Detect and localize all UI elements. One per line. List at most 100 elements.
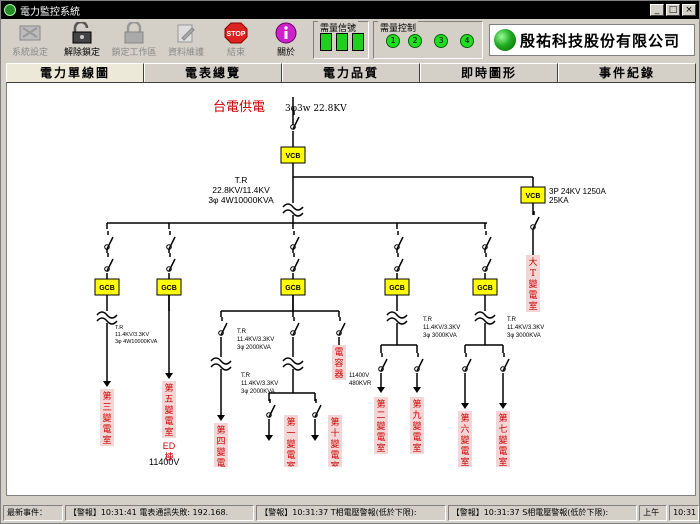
minimize-button[interactable]: _ [650,4,664,16]
switch-blade [484,258,492,272]
load-first: 第 [286,416,295,428]
load-tenth: 電 [330,450,339,461]
exit-button[interactable]: STOP 結束 [213,22,259,58]
load-sixth: 第 [460,412,469,424]
load-big: 變 [528,278,537,290]
data-maintenance-button[interactable]: 資料維護 [163,22,209,58]
load-arrow [103,381,111,387]
globe-icon [494,29,516,51]
unlock-icon [69,22,95,44]
load-fifth: 電 [164,416,173,427]
tr-b-label: 3φ 3000KVA [507,333,541,339]
switch-blade [484,236,492,250]
switch-blade [532,216,540,230]
load-arrow [165,373,173,379]
load-first: 變 [286,438,295,450]
toolbar: 系統設定 解除鎖定 鎖定工作區 資料維護 STOP 結束 關於 需量信號 需量控… [1,20,699,60]
system-settings-button[interactable]: 系統設定 [7,22,53,58]
tr-center-low-label: T.R [241,373,251,379]
settings-icon [17,22,43,44]
transformer-winding [282,203,304,211]
transformer-winding [474,311,496,319]
about-label: 關於 [276,48,295,58]
tr-b-label: 11.4KV/3.3KV [507,325,544,331]
demand-control-led-4: 4 [460,34,474,48]
load-third: 室 [102,434,111,446]
close-button[interactable]: × [682,4,696,16]
maximize-button[interactable]: □ [666,4,680,16]
load-second: 二 [376,411,385,421]
data-maintenance-icon [173,22,199,44]
demand-control-label: 需量控制 [378,21,419,34]
load-capacitor: 器 [334,369,343,380]
transformer-winding [210,357,232,365]
lock-icon [121,22,147,44]
tab-event-log[interactable]: 事件紀錄 [558,63,696,82]
tr-center-label: 11.4KV/3.3KV [237,337,274,343]
status-clock: 10:31 [669,505,700,521]
stop-icon: STOP [223,22,249,44]
title-bar: 電力監控系統 _ □ × [1,1,699,19]
load-second: 變 [376,420,385,432]
about-button[interactable]: 關於 [263,22,309,58]
tr-a-label: T.R [423,317,433,323]
vcb-right-spec: 25KA [549,196,569,205]
switch-blade [292,236,300,250]
lock-workspace-label: 鎖定工作區 [111,48,157,58]
tr-center-low-label: 11.4KV/3.3KV [241,381,278,387]
tab-realtime-graph[interactable]: 即時圖形 [420,63,558,82]
load-fifth: 變 [164,404,173,416]
load-fifth: 五 [164,395,173,405]
tab-meter-overview[interactable]: 電表總覽 [144,63,282,82]
load-ed: ED [163,441,176,451]
status-label: 最新事件： [3,505,63,521]
load-seventh: 第 [498,412,507,424]
gcb-breaker-label: GCB [99,285,115,292]
switch-blade [396,236,404,250]
load-ninth: 電 [412,432,421,443]
load-tenth: 變 [330,438,339,450]
exit-label: 結束 [226,48,245,58]
voltage-note: 11400V [149,457,179,467]
load-ninth: 室 [412,442,421,454]
main-tr-label: 3φ 4W10000KVA [208,195,274,205]
window-controls: _ □ × [650,4,696,16]
demand-signal-indicator [320,33,332,51]
status-event[interactable]: 【警報】10:31:37 T相電壓警報(低於下限): [256,505,446,521]
load-third: 電 [102,424,111,435]
demand-signal-indicator [336,33,348,51]
gcb-breaker-label: GCB [477,285,493,292]
lock-workspace-button[interactable]: 鎖定工作區 [111,22,157,58]
load-third: 變 [102,412,111,424]
load-third: 第 [102,390,111,402]
load-fifth: 室 [164,426,173,438]
load-second: 室 [376,442,385,454]
load-arrow [217,415,225,421]
load-first: 室 [286,460,295,467]
transformer-winding [96,311,118,319]
load-second: 第 [376,398,385,410]
company-name: 殷祐科技股份有限公司 [520,31,681,50]
status-event[interactable]: 【警報】10:31:37 S相電壓警報(低於下限): [447,505,638,521]
status-event[interactable]: 【警報】10:31:41 電表通訊失敗: 192.168. [64,505,255,521]
tab-single-line[interactable]: 電力單線圖 [6,63,144,82]
tab-power-quality[interactable]: 電力品質 [282,63,420,82]
load-big: 室 [528,300,537,312]
load-arrow [311,435,319,441]
single-line-diagram: 台電供電 3φ3w 22.8KVVCBVCB3P 24KV 1250A25KA大T… [94,97,606,467]
switch-blade [168,236,176,250]
main-window: 電力監控系統 _ □ × 系統設定 解除鎖定 鎖定工作區 資料維護 STOP 結… [0,0,700,524]
capacitor-note: 480KVR [349,381,372,387]
load-first: 一 [286,429,295,439]
load-fourth: 變 [216,446,225,458]
load-seventh: 室 [498,456,507,467]
load-capacitor: 電 [334,347,343,358]
load-big: 電 [528,290,537,301]
switch-blade [380,358,388,372]
load-big: 大 [528,256,537,268]
unlock-button[interactable]: 解除鎖定 [59,22,105,58]
load-tenth: 第 [330,416,339,428]
status-ampm: 上午 [639,505,668,521]
tr-b-label: T.R [507,317,517,323]
transformer-winding [386,311,408,319]
